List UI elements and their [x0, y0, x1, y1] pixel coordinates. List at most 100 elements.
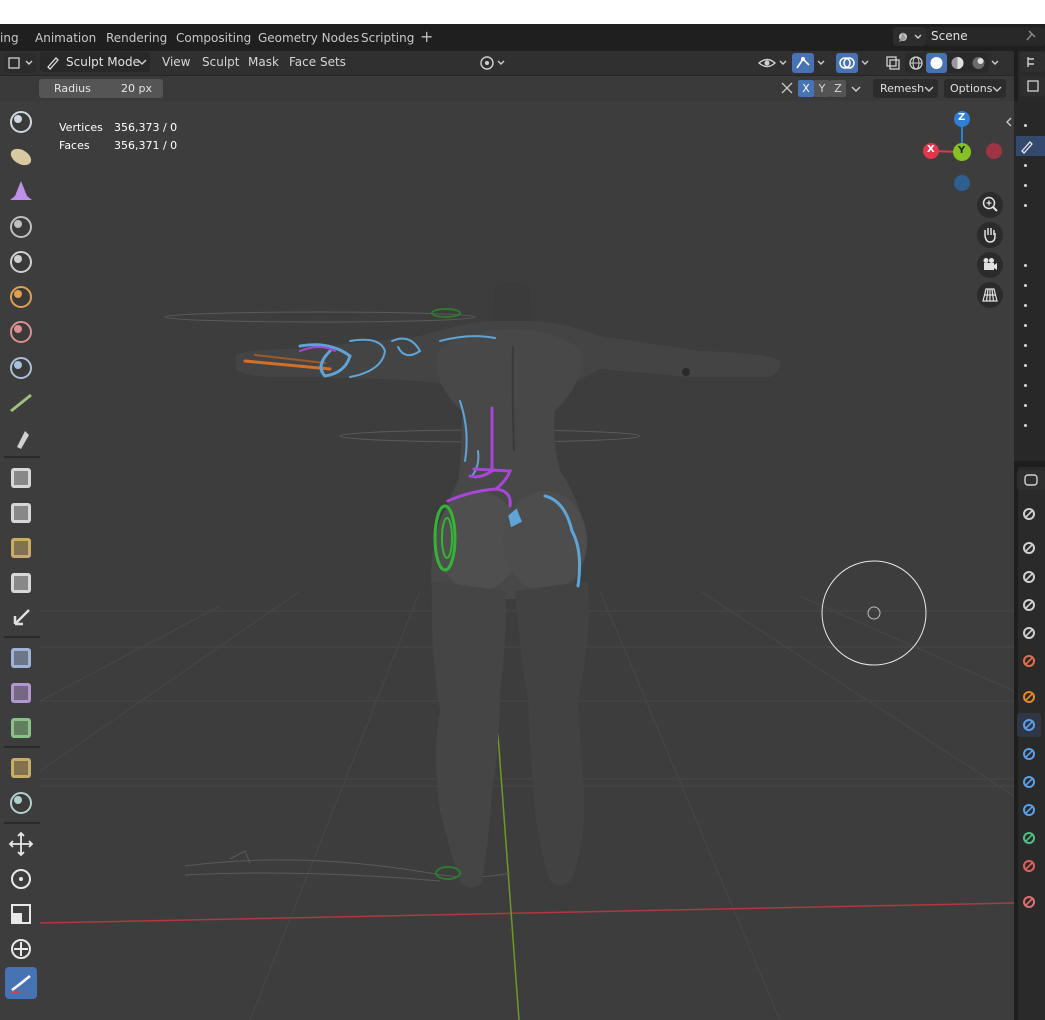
outliner-item-dot[interactable]	[1024, 384, 1027, 387]
tool-mask-brush[interactable]	[5, 462, 37, 494]
menu-view[interactable]: View	[162, 51, 190, 75]
remesh-dropdown[interactable]: Remesh	[873, 79, 938, 98]
tool-box-mask[interactable]	[5, 497, 37, 529]
outliner-item-dot[interactable]	[1024, 124, 1027, 127]
properties-tab-world[interactable]	[1017, 649, 1041, 673]
gizmo-toggle[interactable]	[792, 53, 814, 73]
tab-layout-partial[interactable]: ing	[0, 24, 19, 51]
material-shading-icon[interactable]	[947, 53, 968, 73]
menu-mask[interactable]: Mask	[248, 51, 279, 75]
pin-icon[interactable]	[1024, 29, 1040, 43]
properties-tab-render[interactable]	[1017, 536, 1041, 560]
properties-tab-constraints[interactable]	[1017, 798, 1041, 822]
outliner-item-dot[interactable]	[1024, 404, 1027, 407]
brush-icon	[1021, 141, 1033, 154]
gizmo-dropdown-icon[interactable]	[815, 53, 829, 73]
tool-annotate[interactable]	[5, 967, 37, 999]
symmetry-z-toggle[interactable]: Z	[830, 80, 846, 97]
pan-button[interactable]	[977, 222, 1003, 248]
outliner-item-dot[interactable]	[1024, 204, 1027, 207]
solid-shading-button[interactable]	[926, 53, 947, 73]
tool-edit-face-set[interactable]	[5, 752, 37, 784]
outliner-item-dot[interactable]	[1024, 284, 1027, 287]
symmetry-dropdown-icon[interactable]	[848, 80, 864, 97]
add-workspace-button[interactable]: +	[420, 24, 433, 51]
tool-clay-strips[interactable]	[5, 176, 37, 208]
tool-rotate[interactable]	[5, 863, 37, 895]
properties-tab-particles[interactable]	[1017, 742, 1041, 766]
perspective-toggle[interactable]	[977, 282, 1003, 308]
menu-sculpt[interactable]: Sculpt	[202, 51, 239, 75]
outliner-item-dot[interactable]	[1024, 324, 1027, 327]
wireframe-shading-icon[interactable]	[905, 53, 926, 73]
tool-crease-brush[interactable]	[5, 316, 37, 348]
tab-scripting[interactable]: Scripting	[361, 24, 414, 51]
shading-dropdown-icon[interactable]	[989, 53, 1003, 73]
properties-tab-physics[interactable]	[1017, 770, 1041, 794]
properties-tab-object[interactable]	[1017, 685, 1041, 709]
properties-tab-material[interactable]	[1017, 854, 1041, 878]
editor-type-button[interactable]	[4, 53, 36, 73]
tool-scale[interactable]	[5, 898, 37, 930]
tool-clay-brush[interactable]	[5, 141, 37, 173]
tool-blob-brush[interactable]	[5, 281, 37, 313]
outliner-item-dot[interactable]	[1024, 264, 1027, 267]
outliner-item-dot[interactable]	[1024, 424, 1027, 427]
tool-box-trim[interactable]	[5, 567, 37, 599]
zoom-button[interactable]	[977, 192, 1003, 218]
tab-animation[interactable]: Animation	[35, 24, 96, 51]
xray-icon[interactable]	[882, 53, 904, 73]
tool-flatten-brush[interactable]	[5, 387, 37, 419]
tool-layer-brush[interactable]	[5, 211, 37, 243]
outliner-active-row[interactable]	[1016, 136, 1045, 156]
properties-tab-texture[interactable]	[1017, 890, 1041, 914]
tab-compositing[interactable]: Compositing	[176, 24, 251, 51]
tool-move[interactable]	[5, 828, 37, 860]
sculpt-body-mesh[interactable]	[236, 282, 781, 888]
viewport-3d[interactable]	[0, 51, 1014, 1020]
tool-mesh-filter[interactable]	[5, 642, 37, 674]
properties-tab-view-layer[interactable]	[1017, 593, 1041, 617]
properties-tab-modifiers[interactable]	[1017, 713, 1041, 737]
tool-fill-brush[interactable]	[5, 423, 37, 455]
tool-transform[interactable]	[5, 933, 37, 965]
radius-field[interactable]: Radius 20 px	[39, 79, 163, 98]
outliner-item-dot[interactable]	[1024, 164, 1027, 167]
properties-editor-button[interactable]	[1017, 470, 1045, 490]
viewport-scene[interactable]	[0, 51, 1014, 1020]
menu-face-sets[interactable]: Face Sets	[289, 51, 346, 75]
properties-tab-tool[interactable]	[1017, 502, 1041, 526]
outliner-editor-button[interactable]	[1020, 52, 1045, 72]
tab-geometry-nodes[interactable]: Geometry Nodes	[258, 24, 359, 51]
outliner-item-dot[interactable]	[1024, 364, 1027, 367]
tool-box-face-set[interactable]	[5, 532, 37, 564]
tool-color-filter[interactable]	[5, 712, 37, 744]
symmetry-y-toggle[interactable]: Y	[814, 80, 830, 97]
filter-button[interactable]	[1020, 76, 1045, 96]
visibility-icon[interactable]	[756, 53, 790, 73]
properties-tab-output[interactable]	[1017, 565, 1041, 589]
properties-tab-scene[interactable]	[1017, 621, 1041, 645]
options-dropdown[interactable]: Options	[944, 79, 1006, 98]
tool-mask-by-color[interactable]	[5, 787, 37, 819]
properties-tab-data[interactable]	[1017, 826, 1041, 850]
tool-smooth-brush[interactable]	[5, 352, 37, 384]
tool-draw-brush[interactable]	[5, 106, 37, 138]
tool-line-project[interactable]	[5, 602, 37, 634]
pivot-icon[interactable]	[476, 53, 510, 73]
gizmo-x-negative[interactable]	[986, 143, 1002, 159]
camera-view-button[interactable]	[977, 252, 1003, 278]
gizmo-z-negative[interactable]	[954, 175, 970, 191]
symmetry-x-toggle[interactable]: X	[798, 80, 814, 97]
tool-cloth-filter[interactable]	[5, 677, 37, 709]
outliner-item-dot[interactable]	[1024, 344, 1027, 347]
outliner-item-dot[interactable]	[1024, 304, 1027, 307]
overlays-dropdown-icon[interactable]	[859, 53, 873, 73]
tab-rendering[interactable]: Rendering	[106, 24, 167, 51]
rendered-shading-icon[interactable]	[968, 53, 989, 73]
mode-selector[interactable]: Sculpt Mode	[40, 52, 150, 72]
outliner-item-dot[interactable]	[1024, 184, 1027, 187]
tool-inflate-brush[interactable]	[5, 246, 37, 278]
overlays-toggle[interactable]	[836, 53, 858, 73]
scene-selector-button[interactable]	[893, 27, 926, 46]
